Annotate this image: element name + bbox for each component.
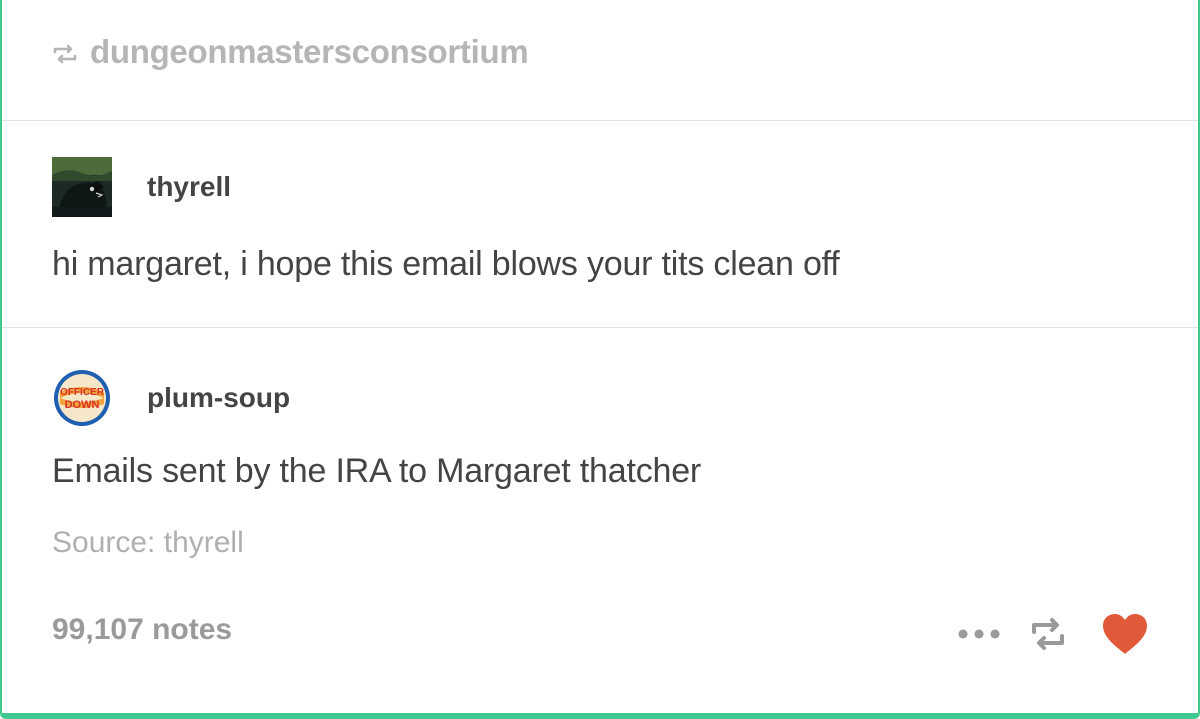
author-row: OFFICER DOWN plum-soup: [52, 368, 290, 428]
author-row: thyrell: [52, 157, 231, 217]
more-options-button[interactable]: [954, 614, 1004, 654]
more-icon: [958, 629, 1000, 639]
username[interactable]: thyrell: [147, 171, 231, 203]
reblog-header: dungeonmastersconsortium: [2, 0, 1198, 121]
heart-icon: [1103, 614, 1147, 654]
avatar-text-line2: DOWN: [65, 399, 100, 411]
thyrell-avatar[interactable]: [52, 157, 112, 217]
source-label: Source:: [52, 526, 156, 559]
post-text: Emails sent by the IRA to Margaret thatc…: [52, 452, 702, 490]
officer-down-badge-avatar[interactable]: OFFICER DOWN: [52, 368, 112, 428]
username[interactable]: plum-soup: [147, 382, 290, 414]
avatar-text-line1: OFFICER: [60, 387, 105, 398]
reblog-source: dungeonmastersconsortium: [52, 33, 529, 71]
reblog-blog-link[interactable]: dungeonmastersconsortium: [90, 33, 529, 71]
like-button[interactable]: [1100, 612, 1150, 656]
reblog-icon: [1032, 618, 1064, 650]
source-link[interactable]: thyrell: [164, 526, 244, 559]
reblog-icon: [53, 44, 77, 64]
post-entry-thyrell: thyrell hi margaret, i hope this email b…: [2, 121, 1198, 328]
reblog-button[interactable]: [1026, 612, 1070, 656]
notes-count[interactable]: 99,107 notes: [52, 613, 232, 647]
post-actions: [954, 612, 1150, 656]
post-entry-plum-soup: OFFICER DOWN plum-soup Emails sent by th…: [2, 328, 1198, 713]
post-text: hi margaret, i hope this email blows you…: [52, 245, 840, 283]
post-card: dungeonmastersconsortium thyrell hi marg…: [0, 0, 1200, 719]
post-source: Source: thyrell: [52, 526, 244, 560]
